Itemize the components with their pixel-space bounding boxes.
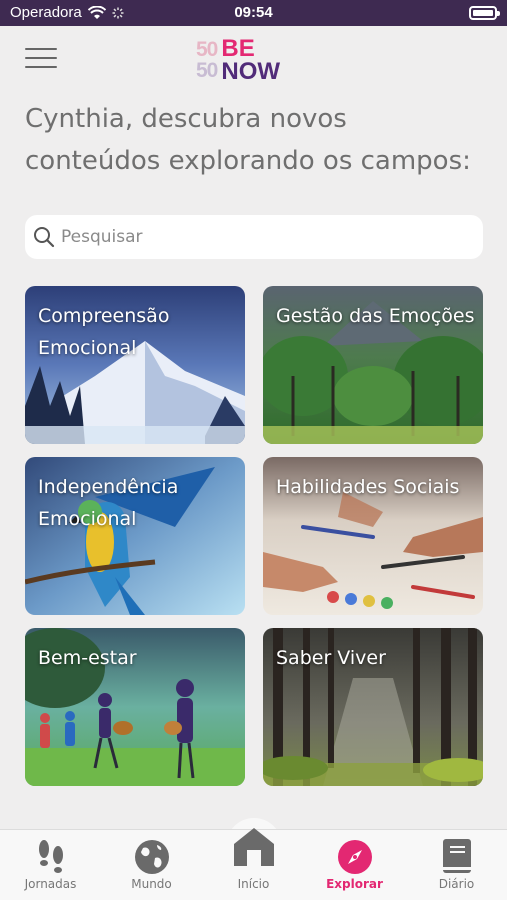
tab-explorar[interactable]: Explorar [304, 830, 405, 900]
hamburger-menu-button[interactable] [25, 48, 57, 72]
card-title: Independência Emocional [38, 476, 179, 530]
search-icon [34, 227, 55, 248]
card-gestao-das-emocoes[interactable]: Gestão das Emoções [263, 286, 483, 444]
card-compreensao-emocional[interactable]: Compreensão Emocional [25, 286, 245, 444]
logo-now: NOW [221, 58, 281, 85]
card-bem-estar[interactable]: Bem-estar [25, 628, 245, 786]
logo-benow: BE NOW [221, 35, 281, 85]
logo-fifty-bottom: 50 [196, 59, 218, 82]
status-time: 09:54 [234, 4, 273, 21]
card-title: Saber Viver [276, 647, 386, 669]
card-saber-viver[interactable]: Saber Viver [263, 628, 483, 786]
tab-label: Explorar [326, 877, 383, 891]
tab-diario[interactable]: Diário [406, 830, 507, 900]
app-logo: 50 50 BE NOW [196, 36, 280, 84]
home-icon [233, 828, 274, 866]
search-bar[interactable] [25, 215, 483, 259]
status-bar: Operadora 09:54 [0, 0, 507, 26]
card-independencia-emocional[interactable]: Independência Emocional [25, 457, 245, 615]
card-title: Bem-estar [38, 647, 137, 669]
bottom-tab-bar: Jornadas Mundo Início Explorar Diário [0, 828, 507, 900]
page-heading: Cynthia, descubra novos conteúdos explor… [25, 104, 471, 176]
card-title: Gestão das Emoções [276, 305, 475, 327]
logo-be: BE [221, 35, 255, 62]
tab-inicio[interactable]: Início [203, 828, 304, 900]
tab-label: Mundo [131, 877, 172, 891]
menu-line [25, 48, 57, 50]
card-title: Habilidades Sociais [276, 476, 460, 498]
card-title: Compreensão Emocional [38, 305, 170, 359]
card-habilidades-sociais[interactable]: Habilidades Sociais [263, 457, 483, 615]
compass-icon [337, 840, 372, 874]
menu-line [25, 57, 57, 59]
tab-mundo[interactable]: Mundo [101, 830, 202, 900]
tab-label: Início [237, 877, 270, 891]
search-input[interactable] [61, 227, 461, 247]
book-icon [442, 839, 471, 873]
battery-icon [469, 6, 500, 20]
logo-fifty: 50 50 [196, 38, 218, 82]
tab-jornadas[interactable]: Jornadas [0, 830, 101, 900]
globe-icon [134, 840, 169, 874]
tab-label: Diário [438, 877, 475, 891]
footprints-icon [38, 840, 63, 873]
tab-label: Jornadas [24, 877, 77, 891]
menu-line [25, 66, 57, 68]
logo-fifty-top: 50 [196, 38, 218, 61]
